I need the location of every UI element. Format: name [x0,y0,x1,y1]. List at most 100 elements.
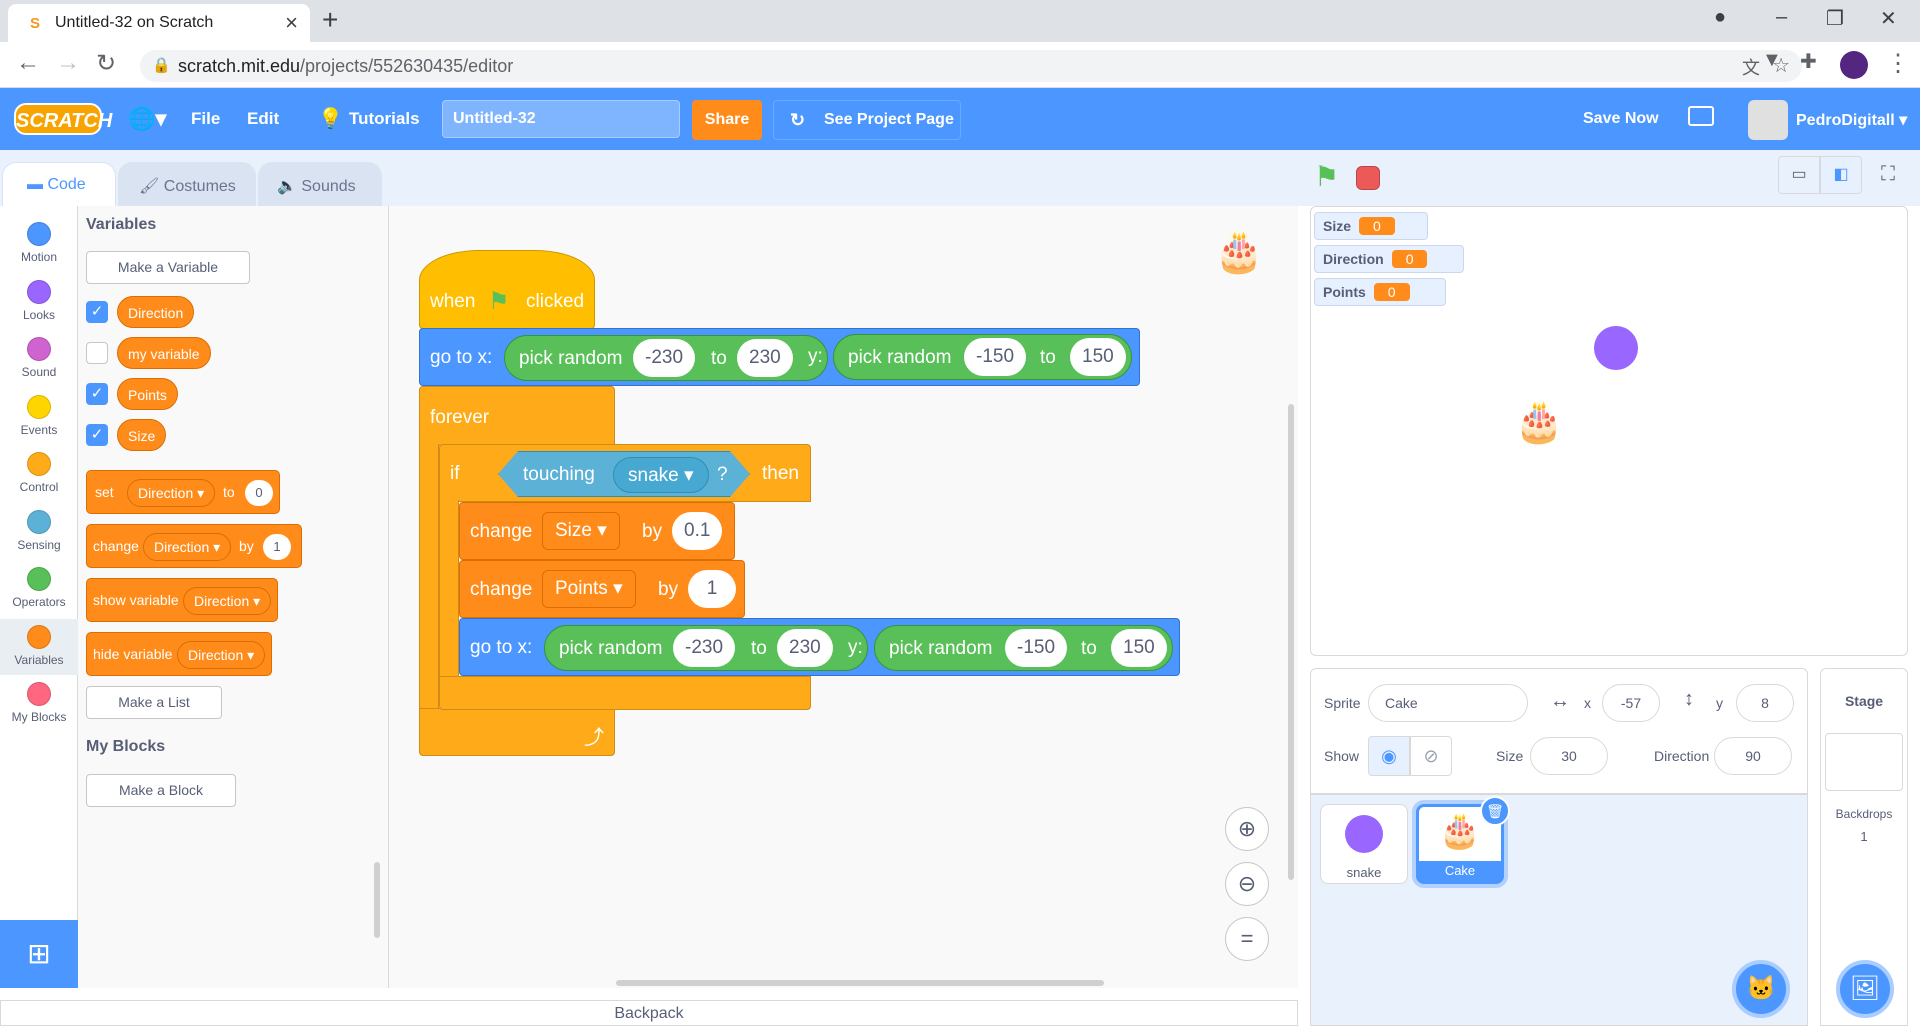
variable-reporter[interactable]: Size [117,419,167,451]
forward-icon[interactable]: → [56,49,80,77]
user-avatar[interactable] [1748,100,1788,140]
stop-sign-icon[interactable] [1356,166,1380,190]
touching-target-dropdown[interactable]: snake ▾ [613,457,709,493]
change-size-block[interactable]: change Size ▾ by 0.1 [459,502,735,560]
random-y-min-input[interactable]: -150 [964,338,1027,376]
translate-icon[interactable]: 文 [1742,54,1760,80]
category-events[interactable]: Events [0,389,78,445]
category-control[interactable]: Control [0,446,78,502]
cake-sprite-on-stage-icon[interactable]: 🎂 [1514,398,1564,445]
change-points-block[interactable]: change Points ▾ by 1 [459,560,745,618]
username-menu[interactable]: PedroDigitall ▾ [1796,110,1907,130]
script-vertical-scrollbar[interactable] [1288,404,1294,880]
hide-var-dropdown[interactable]: Direction [177,641,266,669]
variable-checkbox[interactable]: ✓ [86,383,108,405]
profile-dropdown-icon[interactable]: ● [1714,6,1726,29]
back-icon[interactable]: ← [16,49,40,77]
chrome-menu-icon[interactable]: ⋮ [1886,49,1910,78]
show-sprite-eye-icon[interactable]: ◉ [1368,736,1410,776]
random-y-max-input[interactable]: 150 [1111,629,1167,667]
language-globe-icon[interactable]: 🌐▾ [128,106,166,132]
pick-random-x-1[interactable]: pick random -230 to 230 [504,335,828,381]
change-var-dropdown[interactable]: Direction [143,533,232,561]
green-flag-icon[interactable]: ⚑ [1314,160,1339,193]
choose-backdrop-icon[interactable]: 🖼 [1836,960,1894,1018]
large-stage-icon[interactable]: ◧ [1820,156,1862,194]
show-variable-block[interactable]: show variable Direction [86,578,278,622]
touching-block[interactable]: touching snake ▾ ? [498,451,750,497]
project-title-input[interactable]: Untitled-32 [442,100,680,138]
monitor-size[interactable]: Size 0 [1314,212,1428,240]
puzzle-icon[interactable]: ✚ [1800,49,1817,74]
pick-random-y-1b[interactable]: pick random -150 to 150 [833,334,1132,380]
set-variable-block[interactable]: set Direction to 0 [86,470,280,514]
change-value-input[interactable]: 1 [263,534,291,560]
sprite-y-input[interactable]: 8 [1736,684,1794,722]
backpack-bar[interactable]: Backpack [0,1000,1298,1026]
new-tab-icon[interactable]: + [322,4,338,36]
file-menu[interactable]: File [191,109,220,129]
set-var-dropdown[interactable]: Direction [127,479,216,507]
random-x-max-input[interactable]: 230 [777,629,833,667]
minimize-icon[interactable]: – [1776,6,1787,29]
if-then-block[interactable]: if touching snake ▾ ? then [439,444,811,502]
monitor-points[interactable]: Points 0 [1314,278,1446,306]
reload-icon[interactable]: ↻ [96,49,116,78]
random-x-max-input[interactable]: 230 [737,339,793,377]
set-value-input[interactable]: 0 [245,480,273,506]
category-sound[interactable]: Sound [0,331,78,387]
category-my-blocks[interactable]: My Blocks [0,676,78,732]
variable-reporter[interactable]: Points [117,378,178,410]
share-button[interactable]: Share [692,100,762,140]
zoom-out-icon[interactable]: ⊖ [1225,862,1269,906]
category-operators[interactable]: Operators [0,561,78,617]
small-stage-icon[interactable]: ▭ [1778,156,1820,194]
maximize-icon[interactable]: ❐ [1826,6,1844,31]
zoom-in-icon[interactable]: ⊕ [1225,807,1269,851]
show-var-dropdown[interactable]: Direction [183,587,272,615]
see-project-page-button[interactable]: ↻ See Project Page [773,100,961,140]
tutorials-menu[interactable]: Tutorials [349,109,420,129]
pick-random-x-2[interactable]: pick random -230 to 230 [544,625,868,671]
random-x-min-input[interactable]: -230 [673,629,736,667]
make-list-button[interactable]: Make a List [86,686,222,719]
scratch-logo[interactable]: SCRATCH [14,103,112,135]
tab-sounds[interactable]: 🔈 Sounds [258,162,382,206]
delete-sprite-icon[interactable]: 🗑 [1480,796,1510,826]
forever-block[interactable]: forever [419,386,615,446]
make-block-button[interactable]: Make a Block [86,774,236,807]
sprite-name-input[interactable]: Cake [1368,684,1528,722]
sprite-direction-input[interactable]: 90 [1714,737,1792,775]
save-now-button[interactable]: Save Now [1583,110,1659,128]
random-x-min-input[interactable]: -230 [633,339,696,377]
tab-code[interactable]: ▬ Code [2,162,116,206]
url-field[interactable]: 🔒 scratch.mit.edu/projects/552630435/edi… [140,50,1802,82]
variable-reporter[interactable]: my variable [117,337,211,369]
category-motion[interactable]: Motion [0,216,78,272]
profile-avatar-icon[interactable] [1840,51,1868,79]
edit-menu[interactable]: Edit [247,109,279,129]
make-variable-button[interactable]: Make a Variable [86,251,250,284]
sprite-x-input[interactable]: -57 [1602,684,1660,722]
choose-sprite-cat-icon[interactable]: 🐱 [1732,960,1790,1018]
stage-canvas[interactable] [1310,206,1908,656]
change-points-value-input[interactable]: 1 [688,570,736,608]
hide-variable-block[interactable]: hide variable Direction [86,632,272,676]
backdrop-thumbnail[interactable] [1825,733,1903,791]
category-variables[interactable]: Variables [0,618,78,675]
snake-sprite-on-stage[interactable] [1594,326,1638,370]
close-tab-icon[interactable]: × [285,10,298,36]
category-sensing[interactable]: Sensing [0,504,78,560]
variable-reporter[interactable]: Direction [117,296,195,328]
goto-xy-block-2[interactable]: go to x: pick random -230 to 230 y: pick… [459,618,1180,676]
palette-scrollbar[interactable] [374,862,380,938]
my-stuff-folder-icon[interactable] [1688,106,1714,126]
variable-checkbox[interactable]: ✓ [86,301,108,323]
monitor-direction[interactable]: Direction 0 [1314,245,1464,273]
extension-icon[interactable]: ▼ [1762,49,1782,72]
change-size-value-input[interactable]: 0.1 [672,512,723,550]
fullscreen-icon[interactable]: ⛶ [1868,156,1908,194]
variable-checkbox[interactable]: ✓ [86,424,108,446]
change-variable-block[interactable]: change Direction by 1 [86,524,302,568]
sprite-tile-snake[interactable]: snake [1320,804,1408,884]
